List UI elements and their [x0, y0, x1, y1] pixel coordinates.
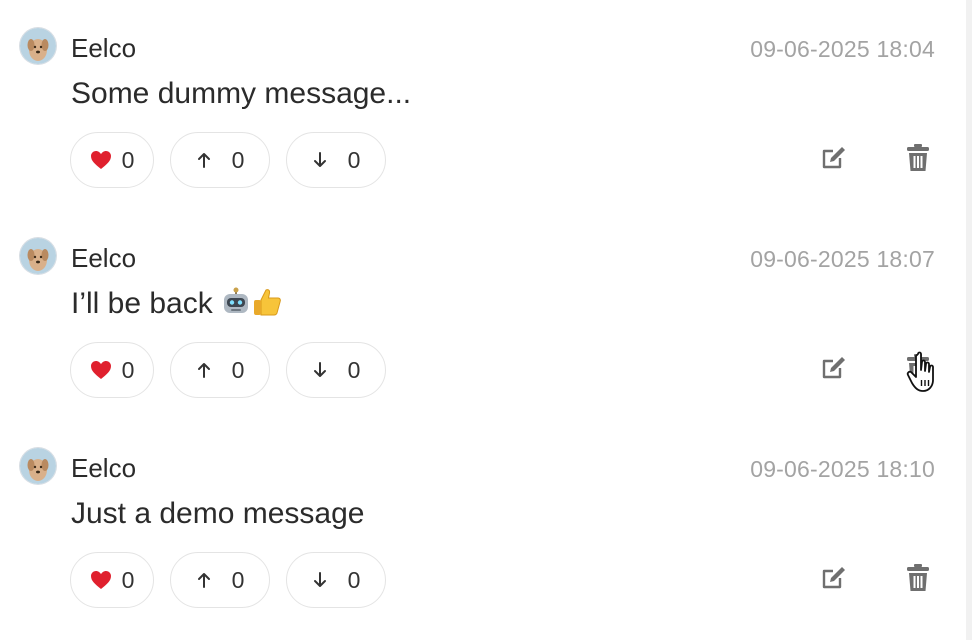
heart-reaction-button[interactable]: 0 [70, 552, 154, 608]
heart-icon [90, 360, 112, 380]
edit-icon [820, 564, 848, 597]
heart-icon [90, 570, 112, 590]
message-text: Some dummy message... [71, 77, 412, 110]
delete-button[interactable] [896, 563, 940, 597]
message-item: Eelco 09-06-2025 18:07 I’ll be back 0 0 … [0, 210, 960, 410]
reaction-bar: 0 0 0 [70, 342, 386, 398]
arrow-down-icon [312, 151, 328, 169]
downvote-button[interactable]: 0 [286, 552, 386, 608]
heart-reaction-button[interactable]: 0 [70, 132, 154, 188]
comment-list: Eelco 09-06-2025 18:04 Some dummy messag… [0, 0, 972, 640]
message-text: I’ll be back [71, 286, 283, 322]
author-name: Eelco [71, 453, 137, 483]
edit-button[interactable] [812, 353, 856, 387]
message-text-content: I’ll be back [71, 287, 222, 320]
edit-icon [820, 144, 848, 177]
downvote-button[interactable]: 0 [286, 342, 386, 398]
downvote-count: 0 [347, 566, 361, 593]
reaction-bar: 0 0 0 [70, 552, 386, 608]
upvote-button[interactable]: 0 [170, 342, 270, 398]
message-actions [812, 353, 940, 387]
edit-button[interactable] [812, 563, 856, 597]
scrollbar[interactable] [966, 0, 972, 640]
avatar [20, 28, 56, 64]
arrow-up-icon [196, 151, 212, 169]
upvote-count: 0 [231, 566, 245, 593]
trash-icon [905, 353, 931, 388]
avatar [20, 448, 56, 484]
upvote-button[interactable]: 0 [170, 132, 270, 188]
message-timestamp: 09-06-2025 18:07 [750, 246, 935, 272]
message-item: Eelco 09-06-2025 18:10 Just a demo messa… [0, 420, 960, 620]
heart-count: 0 [121, 146, 135, 173]
message-actions [812, 563, 940, 597]
avatar [20, 238, 56, 274]
downvote-count: 0 [347, 146, 361, 173]
heart-count: 0 [121, 566, 135, 593]
arrow-down-icon [312, 361, 328, 379]
arrow-up-icon [196, 571, 212, 589]
arrow-down-icon [312, 571, 328, 589]
downvote-button[interactable]: 0 [286, 132, 386, 188]
message-text: Just a demo message [71, 497, 365, 530]
message-actions [812, 143, 940, 177]
message-item: Eelco 09-06-2025 18:04 Some dummy messag… [0, 0, 960, 200]
heart-reaction-button[interactable]: 0 [70, 342, 154, 398]
upvote-count: 0 [231, 146, 245, 173]
heart-icon [90, 150, 112, 170]
edit-icon [820, 354, 848, 387]
author-name: Eelco [71, 33, 137, 63]
downvote-count: 0 [347, 356, 361, 383]
delete-button[interactable] [896, 353, 940, 387]
thumbs-up-emoji [251, 287, 283, 320]
author-name: Eelco [71, 243, 137, 273]
robot-emoji [221, 287, 251, 320]
trash-icon [905, 143, 931, 178]
reaction-bar: 0 0 0 [70, 132, 386, 188]
delete-button[interactable] [896, 143, 940, 177]
heart-count: 0 [121, 356, 135, 383]
upvote-count: 0 [231, 356, 245, 383]
arrow-up-icon [196, 361, 212, 379]
message-timestamp: 09-06-2025 18:10 [750, 456, 935, 482]
edit-button[interactable] [812, 143, 856, 177]
trash-icon [905, 563, 931, 598]
upvote-button[interactable]: 0 [170, 552, 270, 608]
message-timestamp: 09-06-2025 18:04 [750, 36, 935, 62]
